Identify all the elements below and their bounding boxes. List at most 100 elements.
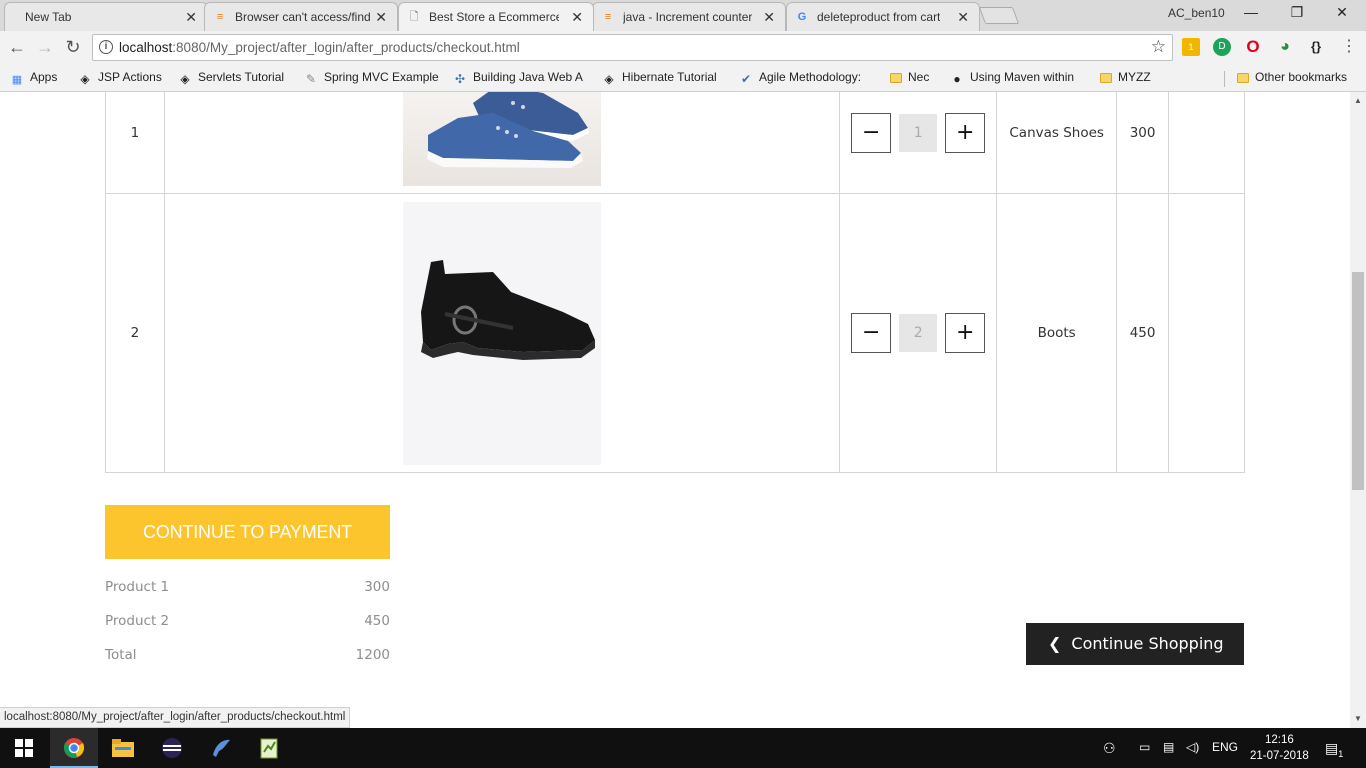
tab-title: Browser can't access/find — [235, 10, 371, 24]
summary-value: 1200 — [355, 647, 390, 663]
globe-icon: ● — [953, 72, 961, 86]
restore-icon[interactable]: ❐ — [1287, 4, 1307, 21]
scroll-down-icon[interactable]: ▼ — [1354, 714, 1362, 723]
bookmark-building-java[interactable]: ✣ Building Java Web A — [453, 70, 583, 86]
menu-kebab-icon[interactable]: ⋮ — [1340, 38, 1358, 56]
tab-close-icon[interactable]: ✕ — [185, 9, 197, 26]
scrollbar-thumb[interactable] — [1352, 272, 1364, 490]
volume-icon[interactable]: ◁) — [1186, 740, 1199, 754]
bookmark-star-icon[interactable]: ☆ — [1151, 37, 1166, 57]
profile-name[interactable]: AC_ben10 — [1168, 6, 1225, 20]
continue-to-payment-button[interactable]: CONTINUE TO PAYMENT — [105, 505, 390, 559]
windows-taskbar: ⚇ ▭ ▤ ◁) ENG 12:16 21-07-2018 ▤1 — [0, 728, 1366, 768]
tab-strip: New Tab ✕ ≡ Browser can't access/find ✕ … — [0, 0, 1366, 31]
language-indicator[interactable]: ENG — [1212, 740, 1238, 754]
product-price: 300 — [1116, 92, 1170, 194]
bookmark-myzz[interactable]: MYZZ — [1100, 70, 1151, 84]
product-name: Boots — [996, 193, 1118, 473]
bookmark-using-maven[interactable]: ● Using Maven within — [950, 70, 1074, 86]
tab-best-store[interactable]: 🗋 Best Store a Ecommerce ✕ — [398, 2, 594, 31]
quantity-value: 1 — [899, 114, 938, 152]
bookmark-spring-mvc[interactable]: ✎ Spring MVC Example — [304, 70, 439, 86]
apps-grid-icon: ▦ — [11, 74, 23, 86]
summary-label: Product 1 — [105, 579, 170, 595]
decrement-button[interactable]: − — [851, 113, 892, 153]
quantity-cell: − 1 + — [839, 92, 998, 194]
people-icon[interactable]: ⚇ — [1103, 740, 1116, 757]
bookmark-servlets-tutorial[interactable]: ◈ Servlets Tutorial — [178, 70, 284, 86]
taskbar-clock[interactable]: 12:16 21-07-2018 — [1250, 732, 1309, 764]
bookmark-separator — [1224, 71, 1225, 87]
bookmark-other-bookmarks[interactable]: Other bookmarks — [1237, 70, 1347, 84]
bookmark-nec[interactable]: Nec — [890, 70, 929, 84]
diamond-icon: ◈ — [604, 72, 614, 86]
product-price: 450 — [1116, 193, 1170, 473]
tab-new-tab[interactable]: New Tab ✕ — [4, 2, 208, 31]
product-image-cell — [163, 92, 841, 194]
puzzle-icon: ✣ — [454, 72, 466, 86]
tab-close-icon[interactable]: ✕ — [763, 9, 775, 26]
address-bar[interactable]: i localhost:8080/My_project/after_login/… — [92, 34, 1173, 61]
bookmark-jsp-actions[interactable]: ◈ JSP Actions — [78, 70, 161, 86]
json-extension-icon[interactable]: {} — [1307, 38, 1325, 56]
summary-row: Product 2 450 — [105, 613, 390, 629]
tab-close-icon[interactable]: ✕ — [375, 9, 387, 26]
tab-close-icon[interactable]: ✕ — [957, 9, 969, 26]
increment-button[interactable]: + — [945, 313, 986, 353]
page-viewport: 1 − 1 + Canvas Shoes 300 2 − 2 + Boots 4… — [0, 92, 1350, 728]
feather-icon: ✎ — [305, 72, 317, 86]
scroll-up-icon[interactable]: ▲ — [1354, 96, 1362, 105]
file-explorer-icon[interactable] — [99, 728, 147, 768]
bookmarks-bar: ▦ Apps ◈ JSP Actions ◈ Servlets Tutorial ✎ S… — [0, 64, 1366, 92]
globe-extension-icon[interactable]: ◕ — [1276, 38, 1294, 56]
mysql-workbench-icon[interactable] — [197, 728, 245, 768]
notepad-plus-icon[interactable] — [246, 728, 294, 768]
clock-time: 12:16 — [1265, 734, 1294, 746]
extension-green-icon[interactable]: D — [1213, 38, 1231, 56]
close-window-icon[interactable]: ✕ — [1332, 4, 1352, 21]
remove-cell — [1168, 92, 1245, 194]
tab-close-icon[interactable]: ✕ — [571, 9, 583, 26]
bookmark-hibernate-tutorial[interactable]: ◈ Hibernate Tutorial — [602, 70, 716, 86]
summary-row: Product 1 300 — [105, 579, 390, 595]
product-image-cell — [163, 193, 841, 473]
info-icon[interactable]: i — [99, 40, 113, 54]
chrome-taskbar-icon[interactable] — [50, 728, 98, 768]
decrement-button[interactable]: − — [851, 313, 892, 353]
bookmark-agile-methodology[interactable]: ✔ Agile Methodology: — [739, 70, 861, 86]
power-icon[interactable]: ▭ — [1139, 740, 1150, 754]
row-number: 2 — [105, 193, 165, 473]
notification-center-icon[interactable]: ▤1 — [1325, 740, 1343, 759]
minimize-icon[interactable]: — — [1241, 4, 1261, 20]
cart-table: 1 − 1 + Canvas Shoes 300 2 − 2 + Boots 4… — [105, 92, 1245, 473]
windows-start-icon[interactable] — [0, 728, 48, 768]
forward-icon[interactable]: → — [34, 37, 56, 58]
quantity-value: 2 — [899, 314, 938, 352]
tab-java-increment[interactable]: ≡ java - Increment counter ✕ — [592, 2, 786, 31]
product-name: Canvas Shoes — [996, 92, 1118, 194]
new-tab-button[interactable] — [978, 7, 1020, 24]
opera-icon[interactable]: O — [1244, 38, 1262, 56]
bookmark-apps[interactable]: ▦ Apps — [10, 70, 58, 87]
google-icon: G — [797, 11, 807, 23]
clock-date: 21-07-2018 — [1250, 750, 1309, 762]
reload-icon[interactable]: ↻ — [62, 37, 84, 58]
network-icon[interactable]: ▤ — [1163, 740, 1174, 754]
eclipse-icon[interactable] — [148, 728, 196, 768]
continue-shopping-button[interactable]: ❮ Continue Shopping — [1026, 623, 1244, 665]
diamond-icon: ◈ — [80, 72, 90, 86]
tab-browser-cant-access[interactable]: ≡ Browser can't access/find ✕ — [204, 2, 398, 31]
summary-total-row: Total 1200 — [105, 647, 390, 663]
folder-icon — [1100, 73, 1112, 83]
stackoverflow-icon: ≡ — [216, 11, 224, 23]
tab-deleteproduct[interactable]: G deleteproduct from cart ✕ — [786, 2, 980, 31]
folder-icon — [890, 73, 902, 83]
extension-icon[interactable]: 1 — [1182, 38, 1200, 56]
stackoverflow-icon: ≡ — [604, 11, 612, 23]
url-text[interactable]: localhost:8080/My_project/after_login/af… — [119, 40, 520, 55]
vertical-scrollbar[interactable]: ▲ ▼ — [1350, 92, 1366, 728]
continue-shopping-label: Continue Shopping — [1071, 634, 1224, 653]
back-icon[interactable]: ← — [6, 37, 28, 58]
increment-button[interactable]: + — [945, 113, 986, 153]
tab-title: deleteproduct from cart — [817, 10, 941, 24]
